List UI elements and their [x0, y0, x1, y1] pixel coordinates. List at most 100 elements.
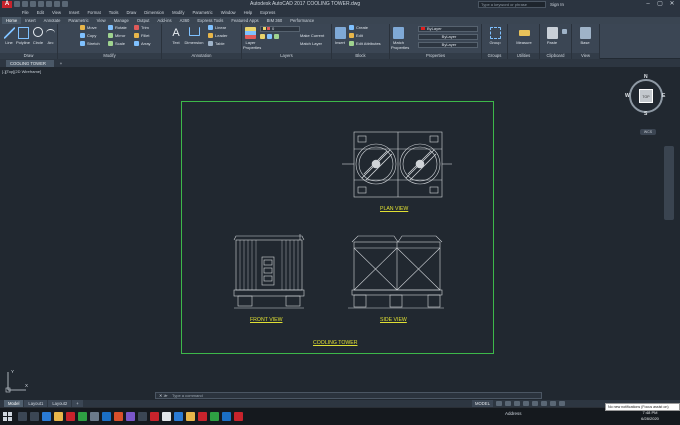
plot-icon[interactable]: [46, 1, 52, 7]
address-toolbar[interactable]: Address: [505, 411, 522, 416]
tab-a360[interactable]: A360: [176, 17, 194, 24]
app-icon-6[interactable]: [150, 412, 159, 421]
model-space-button[interactable]: MODEL: [472, 400, 493, 407]
mirror-button[interactable]: Mirror: [108, 33, 125, 39]
polyline-button[interactable]: Polyline: [15, 27, 31, 45]
app-icon-12[interactable]: [222, 412, 231, 421]
windows-start-icon[interactable]: [3, 412, 13, 422]
text-button[interactable]: A Text: [168, 27, 184, 45]
menu-edit[interactable]: Edit: [33, 9, 48, 17]
menu-view[interactable]: View: [48, 9, 65, 17]
group-button[interactable]: Group: [487, 27, 503, 45]
scale-button[interactable]: Scale: [108, 41, 125, 47]
layer-properties-button[interactable]: Layer Properties: [243, 27, 261, 50]
menu-file[interactable]: File: [18, 9, 33, 17]
navigation-bar[interactable]: [664, 146, 674, 220]
viewcube[interactable]: TOP N S E W: [625, 74, 666, 117]
layer-off-icon[interactable]: [260, 34, 265, 39]
menu-window[interactable]: Window: [217, 9, 240, 17]
app-icon-1[interactable]: [90, 412, 99, 421]
minimize-icon[interactable]: –: [642, 0, 654, 9]
annotation-scale-icon[interactable]: [540, 401, 547, 406]
app-icon-2[interactable]: [102, 412, 111, 421]
clock[interactable]: 7:48 PM 6/28/2020: [636, 410, 664, 422]
menu-help[interactable]: Help: [240, 9, 257, 17]
match-layer-button[interactable]: Match Layer: [300, 41, 322, 47]
compass-west[interactable]: W: [625, 93, 630, 99]
menu-modify[interactable]: Modify: [168, 9, 188, 17]
table-button[interactable]: Table: [208, 41, 225, 47]
tab-layout1[interactable]: Layout1: [24, 400, 48, 407]
app-icon-13[interactable]: [234, 412, 243, 421]
rotate-button[interactable]: Rotate: [108, 25, 127, 31]
tab-parametric[interactable]: Parametric: [64, 17, 92, 24]
osnap-icon[interactable]: [531, 401, 538, 406]
tab-express-tools[interactable]: Express Tools: [193, 17, 227, 24]
menu-insert[interactable]: Insert: [65, 9, 83, 17]
new-tab-plus-icon[interactable]: +: [57, 60, 65, 67]
workspace-gear-icon[interactable]: [549, 401, 556, 406]
tab-featured-apps[interactable]: Featured Apps: [227, 17, 262, 24]
layer-isolate-icon[interactable]: [267, 34, 272, 39]
lineweight-dropdown[interactable]: ByLayer: [418, 42, 478, 48]
menu-draw[interactable]: Draw: [123, 9, 141, 17]
layer-freeze-icon[interactable]: [274, 34, 279, 39]
tab-manage[interactable]: Manage: [110, 17, 133, 24]
undo-icon[interactable]: [54, 1, 60, 7]
close-command-line-icon[interactable]: ✕ ≫: [159, 393, 168, 398]
open-icon[interactable]: [22, 1, 28, 7]
polar-icon[interactable]: [522, 401, 529, 406]
tab-performance[interactable]: Performance: [286, 17, 318, 24]
linear-button[interactable]: Linear: [208, 25, 226, 31]
viewport-controls-label[interactable]: [-][Top][2D Wireframe]: [2, 69, 41, 74]
app-icon-9[interactable]: [186, 412, 195, 421]
insert-button[interactable]: Insert: [333, 27, 347, 45]
file-explorer-icon[interactable]: [54, 412, 63, 421]
tab-insert[interactable]: Insert: [21, 17, 39, 24]
task-view-icon[interactable]: [30, 412, 39, 421]
ortho-icon[interactable]: [513, 401, 520, 406]
drawing-canvas[interactable]: [182, 102, 495, 355]
viewcube-top-face[interactable]: TOP: [639, 89, 653, 103]
wcs-menu[interactable]: WCS: [640, 129, 656, 135]
cut-icon[interactable]: [562, 29, 569, 35]
edit-block-button[interactable]: Edit: [349, 33, 363, 39]
maximize-icon[interactable]: ▢: [654, 0, 666, 9]
measure-button[interactable]: Measure: [513, 27, 535, 45]
search-input[interactable]: Type a keyword or phrase: [478, 1, 546, 8]
layer-dropdown[interactable]: 0: [260, 26, 300, 32]
tab-layout2[interactable]: Layout2: [48, 400, 72, 407]
menu-dimension[interactable]: Dimension: [140, 9, 168, 17]
sign-in-button[interactable]: Sign In: [550, 1, 564, 8]
grid-icon[interactable]: [495, 401, 502, 406]
tab-view[interactable]: View: [93, 17, 110, 24]
save-as-icon[interactable]: [38, 1, 44, 7]
new-icon[interactable]: [14, 1, 20, 7]
menu-parametric[interactable]: Parametric: [188, 9, 216, 17]
stretch-button[interactable]: Stretch: [80, 41, 100, 47]
base-view-button[interactable]: Base: [577, 27, 593, 45]
app-icon-10[interactable]: [198, 412, 207, 421]
create-block-button[interactable]: Create: [349, 25, 368, 31]
tab-model[interactable]: Model: [4, 400, 24, 407]
arc-button[interactable]: Arc: [44, 27, 57, 45]
make-current-button[interactable]: Make Current: [300, 33, 324, 39]
autocad-logo-icon[interactable]: A: [2, 1, 12, 8]
paste-button[interactable]: Paste: [545, 27, 559, 45]
app-icon-4[interactable]: [126, 412, 135, 421]
copy-button[interactable]: Copy: [80, 33, 96, 39]
app-icon-5[interactable]: [138, 412, 147, 421]
close-icon[interactable]: ✕: [666, 0, 678, 9]
compass-north[interactable]: N: [644, 74, 648, 80]
tab-bim360[interactable]: BIM 360: [263, 17, 287, 24]
tab-annotate[interactable]: Annotate: [40, 17, 65, 24]
tab-home[interactable]: Home: [2, 17, 22, 24]
edge-icon[interactable]: [42, 412, 51, 421]
add-layout-plus-icon[interactable]: +: [72, 400, 83, 407]
app-icon-11[interactable]: [210, 412, 219, 421]
menu-tools[interactable]: Tools: [105, 9, 123, 17]
app-icon-8[interactable]: [174, 412, 183, 421]
command-line-input[interactable]: ✕ ≫ Type a command: [155, 392, 542, 399]
fillet-button[interactable]: Fillet: [134, 33, 149, 39]
dimension-button[interactable]: Dimension: [184, 27, 204, 45]
